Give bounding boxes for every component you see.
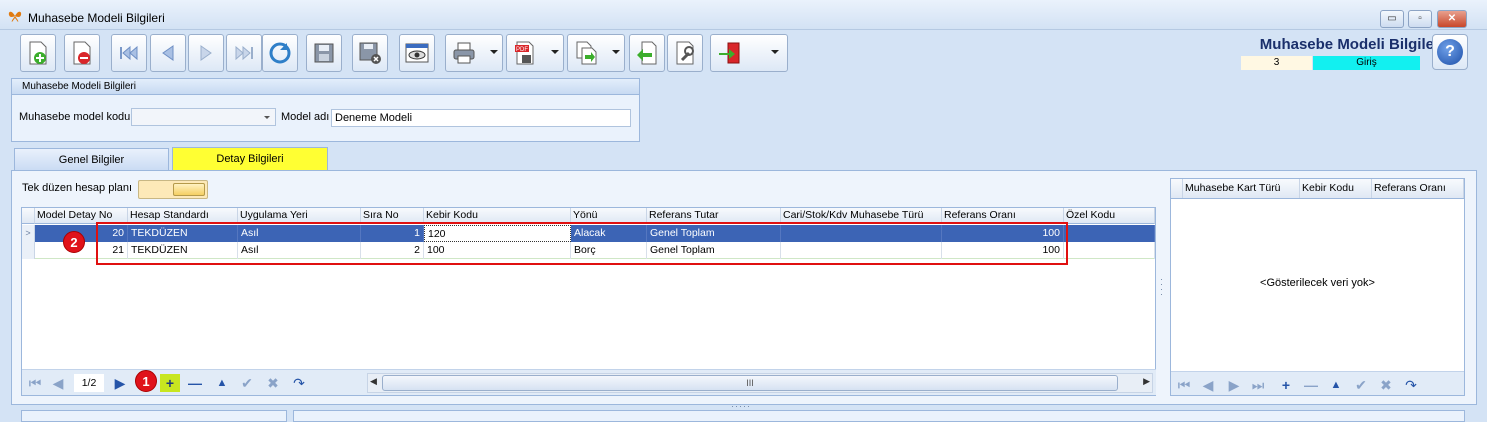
- right-grid-navigator: ⏮ ◀ ▶ ⏭ + — ▲ ✔ ✖ ↷: [1171, 371, 1464, 395]
- transfer-icon: [576, 41, 597, 65]
- app-butterfly-icon: [8, 10, 22, 22]
- account-card-grid: Muhasebe Kart Türü Kebir Kodu Referans O…: [1170, 178, 1465, 396]
- form-title: Muhasebe Modeli Bilgileri: [1259, 36, 1444, 53]
- page-indicator: 1/2: [74, 374, 104, 392]
- horizontal-scrollbar[interactable]: ◀ III ▶: [367, 373, 1153, 393]
- empty-message: <Gösterilecek veri yok>: [1260, 277, 1375, 289]
- column-header[interactable]: Referans Oranı: [1372, 179, 1464, 198]
- annotation-badge-1: 1: [135, 370, 157, 392]
- vertical-splitter[interactable]: · · · ·: [1158, 207, 1168, 396]
- scroll-right-icon[interactable]: ▶: [1143, 376, 1150, 387]
- print-icon: [453, 42, 475, 64]
- maximize-button[interactable]: ▫: [1408, 10, 1432, 28]
- new-record-icon: [29, 41, 47, 65]
- save-button[interactable]: [306, 34, 342, 72]
- remove-row-icon[interactable]: —: [1302, 376, 1320, 394]
- column-header[interactable]: Kebir Kodu: [1300, 179, 1372, 198]
- uniform-account-plan-toggle[interactable]: [138, 180, 208, 199]
- window-title: Muhasebe Modeli Bilgileri: [28, 11, 165, 25]
- grid-navigator: ⏮ ◀ 1/2 ▶ + — ▲ ✔ ✖ ↷ ◀ III ▶: [22, 369, 1156, 395]
- back-icon: [637, 41, 657, 65]
- scroll-left-icon[interactable]: ◀: [370, 376, 377, 387]
- model-code-combo[interactable]: [131, 108, 276, 126]
- help-icon: ?: [1437, 39, 1463, 65]
- annotation-badge-2: 2: [63, 231, 85, 253]
- redo-icon[interactable]: ↷: [1402, 376, 1420, 394]
- scroll-thumb[interactable]: III: [382, 375, 1118, 391]
- model-name-label: Model adı: [281, 111, 330, 123]
- group-title: Muhasebe Modeli Bilgileri: [12, 79, 639, 95]
- move-up-icon[interactable]: ▲: [213, 374, 231, 392]
- last-record-icon: [235, 45, 253, 61]
- refresh-icon: [269, 42, 291, 64]
- row-indicator-icon: >: [22, 225, 35, 242]
- save-icon: [314, 43, 334, 63]
- print-dropdown[interactable]: [445, 34, 503, 72]
- pdf-export-dropdown[interactable]: PDF: [506, 34, 564, 72]
- first-record-icon: [120, 45, 138, 61]
- header-indicator: [22, 208, 35, 224]
- chevron-down-icon: [264, 116, 270, 119]
- minimize-button[interactable]: ▭: [1380, 10, 1404, 28]
- last-page-icon[interactable]: ⏭: [1249, 376, 1267, 394]
- cell-ozel[interactable]: [1064, 242, 1155, 259]
- annotation-highlight-box: [96, 222, 1068, 265]
- last-record-button[interactable]: [226, 34, 262, 72]
- add-row-icon[interactable]: +: [160, 374, 180, 392]
- form-mode-badge: Giriş: [1313, 56, 1420, 70]
- model-code-label: Muhasebe model kodu: [19, 111, 131, 123]
- move-up-icon[interactable]: ▲: [1327, 376, 1345, 394]
- confirm-edit-icon[interactable]: ✔: [238, 374, 256, 392]
- delete-record-icon: [73, 41, 91, 65]
- previous-record-icon: [162, 45, 174, 61]
- next-record-icon: [200, 45, 212, 61]
- svg-text:PDF: PDF: [516, 47, 528, 53]
- redo-icon[interactable]: ↷: [290, 374, 308, 392]
- refresh-button[interactable]: [262, 34, 298, 72]
- remove-row-icon[interactable]: —: [186, 374, 204, 392]
- pdf-export-icon: PDF: [515, 41, 534, 65]
- next-record-button[interactable]: [188, 34, 224, 72]
- bottom-panel-left: [21, 410, 287, 422]
- tab-general-info[interactable]: Genel Bilgiler: [14, 148, 169, 171]
- delete-record-button[interactable]: [64, 34, 100, 72]
- next-page-icon[interactable]: ▶: [111, 374, 129, 392]
- save-cancel-icon: [359, 42, 381, 64]
- help-button[interactable]: ?: [1432, 34, 1468, 70]
- tab-detail-info[interactable]: Detay Bilgileri: [172, 147, 328, 171]
- title-bar: [0, 0, 1487, 30]
- close-button[interactable]: ✕: [1437, 10, 1467, 28]
- first-record-button[interactable]: [111, 34, 147, 72]
- column-header[interactable]: Muhasebe Kart Türü: [1183, 179, 1300, 198]
- header-indicator: [1171, 179, 1183, 198]
- save-cancel-button[interactable]: [352, 34, 388, 72]
- record-number: 3: [1241, 56, 1312, 70]
- first-page-icon[interactable]: ⏮: [26, 374, 44, 392]
- previous-page-icon[interactable]: ◀: [49, 374, 67, 392]
- add-row-icon[interactable]: +: [1277, 376, 1295, 394]
- column-header[interactable]: Özel Kodu: [1064, 208, 1155, 224]
- grid-header: Muhasebe Kart Türü Kebir Kodu Referans O…: [1171, 179, 1464, 199]
- preview-button[interactable]: [399, 34, 435, 72]
- model-name-input[interactable]: Deneme Modeli: [331, 109, 631, 127]
- tools-icon: [676, 41, 694, 65]
- confirm-edit-icon[interactable]: ✔: [1352, 376, 1370, 394]
- new-record-button[interactable]: [20, 34, 56, 72]
- previous-record-button[interactable]: [150, 34, 186, 72]
- cancel-edit-icon[interactable]: ✖: [264, 374, 282, 392]
- exit-dropdown[interactable]: [710, 34, 788, 72]
- transfer-dropdown[interactable]: [567, 34, 625, 72]
- exit-icon: [719, 42, 740, 64]
- preview-icon: [405, 43, 429, 63]
- tools-button[interactable]: [667, 34, 703, 72]
- cell-ozel[interactable]: [1064, 225, 1155, 242]
- row-indicator: [22, 242, 35, 259]
- back-button[interactable]: [629, 34, 665, 72]
- cancel-edit-icon[interactable]: ✖: [1377, 376, 1395, 394]
- bottom-panel-right: [293, 410, 1465, 422]
- next-page-icon[interactable]: ▶: [1225, 376, 1243, 394]
- previous-page-icon[interactable]: ◀: [1199, 376, 1217, 394]
- first-page-icon[interactable]: ⏮: [1175, 376, 1193, 394]
- uniform-account-plan-label: Tek düzen hesap planı: [22, 182, 133, 194]
